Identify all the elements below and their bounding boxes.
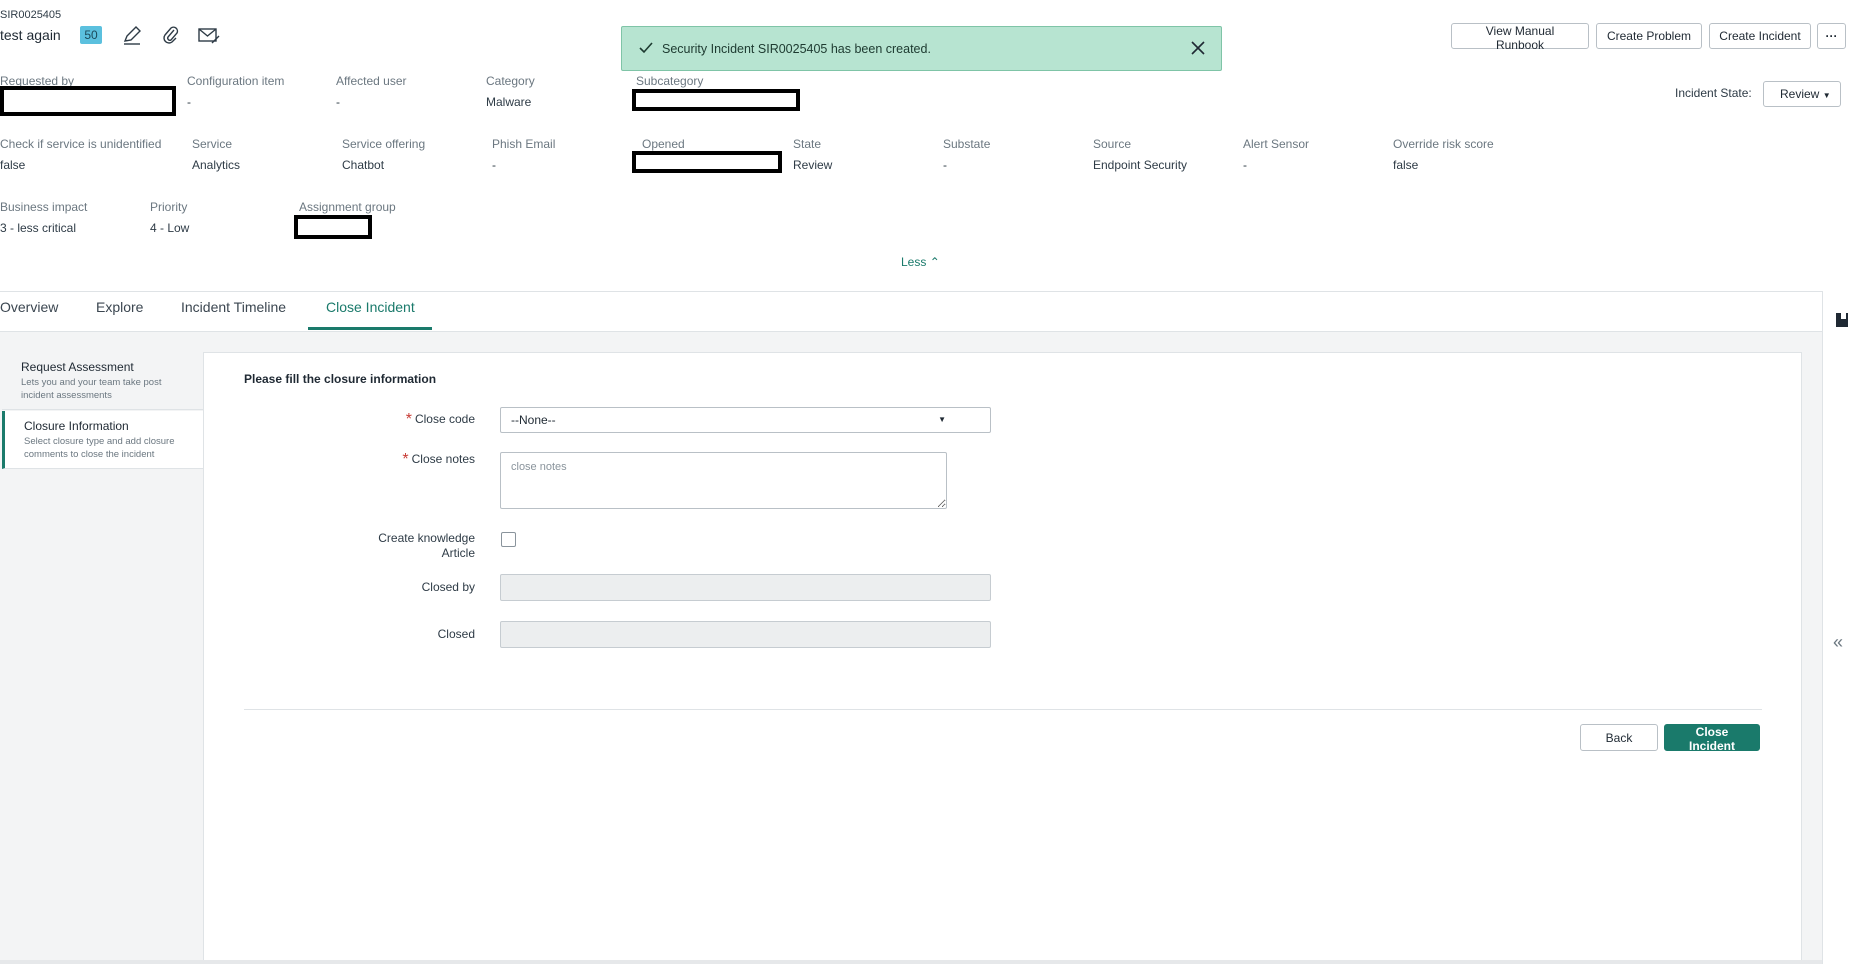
record-number: SIR0025405 xyxy=(0,9,62,21)
email-icon[interactable] xyxy=(197,24,220,46)
nav-item-title: Closure Information xyxy=(24,419,129,433)
active-tab-indicator xyxy=(308,327,432,330)
create-kb-label: Create knowledge Article xyxy=(378,531,475,560)
check-service-value: false xyxy=(0,158,26,172)
category-label: Category xyxy=(486,74,535,88)
close-code-label: * Close code xyxy=(405,411,475,428)
form-divider xyxy=(244,709,1762,710)
service-label: Service xyxy=(192,137,233,151)
incident-state-value: Review xyxy=(1780,87,1820,101)
close-incident-panel xyxy=(2,352,1802,964)
close-notes-label: * Close notes xyxy=(402,451,475,468)
bookmark-icon[interactable] xyxy=(1835,312,1849,333)
alert-sensor-value: - xyxy=(1243,158,1247,172)
substate-value: - xyxy=(943,158,947,172)
priority-label: Priority xyxy=(150,200,188,214)
redacted-assignment-group xyxy=(294,215,372,239)
risk-score-badge: 50 xyxy=(80,26,102,44)
create-problem-button[interactable]: Create Problem xyxy=(1596,23,1702,49)
nav-closure-information[interactable]: Closure Information Select closure type … xyxy=(2,411,203,469)
affected-user-value: - xyxy=(336,95,340,109)
source-label: Source xyxy=(1093,137,1132,151)
affected-user-label: Affected user xyxy=(336,74,407,88)
business-impact-value: 3 - less critical xyxy=(0,221,77,235)
substate-label: Substate xyxy=(943,137,991,151)
service-value: Analytics xyxy=(192,158,241,172)
right-rail-divider xyxy=(1822,291,1823,964)
view-manual-runbook-button[interactable]: View Manual Runbook xyxy=(1451,23,1589,52)
form-heading: Please fill the closure information xyxy=(244,372,437,386)
service-offering-label: Service offering xyxy=(342,137,426,151)
phish-email-value: - xyxy=(492,158,496,172)
source-value: Endpoint Security xyxy=(1093,158,1188,172)
nav-item-desc: Lets you and your team take post inciden… xyxy=(21,377,162,401)
check-icon xyxy=(638,41,654,60)
nav-request-assessment[interactable]: Request Assessment Lets you and your tea… xyxy=(2,352,203,410)
paperclip-icon[interactable] xyxy=(160,24,182,46)
toast-message: Security Incident SIR0025405 has been cr… xyxy=(662,42,931,56)
subcategory-label: Subcategory xyxy=(636,74,704,88)
redacted-requested-by xyxy=(0,86,176,116)
category-value: Malware xyxy=(486,95,532,109)
success-toast: Security Incident SIR0025405 has been cr… xyxy=(621,26,1222,71)
closed-label: Closed xyxy=(437,627,475,641)
nav-item-title: Request Assessment xyxy=(21,360,134,374)
caret-down-icon: ▼ xyxy=(938,415,946,424)
chevron-up-icon: ⌃ xyxy=(929,255,940,269)
closed-by-field xyxy=(500,574,991,601)
redacted-subcategory xyxy=(632,89,800,111)
incident-state-dropdown[interactable]: Review ▼ xyxy=(1763,81,1841,107)
caret-down-icon: ▼ xyxy=(1822,91,1831,100)
close-icon[interactable] xyxy=(1189,39,1207,57)
expand-panel-icon[interactable]: « xyxy=(1833,632,1843,653)
create-incident-button[interactable]: Create Incident xyxy=(1709,23,1811,49)
alert-sensor-label: Alert Sensor xyxy=(1243,137,1310,151)
close-notes-textarea[interactable] xyxy=(500,452,947,509)
service-offering-value: Chatbot xyxy=(342,158,385,172)
bottom-scroll-strip xyxy=(0,960,1822,964)
config-item-value: - xyxy=(187,95,191,109)
state-value: Review xyxy=(793,158,833,172)
required-asterisk: * xyxy=(405,411,412,428)
config-item-label: Configuration item xyxy=(187,74,285,88)
record-title: test again xyxy=(0,27,61,43)
phish-email-label: Phish Email xyxy=(492,137,556,151)
check-service-label: Check if service is unidentified xyxy=(0,137,162,151)
back-button[interactable]: Back xyxy=(1580,724,1658,751)
edit-icon[interactable] xyxy=(121,24,143,46)
less-label: Less xyxy=(901,255,927,269)
closed-by-label: Closed by xyxy=(421,580,475,594)
state-label: State xyxy=(793,137,822,151)
nav-item-desc: Select closure type and add closure comm… xyxy=(24,436,175,460)
business-impact-label: Business impact xyxy=(0,200,88,214)
priority-value: 4 - Low xyxy=(150,221,190,235)
close-code-value: --None-- xyxy=(511,413,556,427)
tab-overview[interactable]: Overview xyxy=(0,299,58,315)
more-actions-button[interactable]: ··· xyxy=(1817,23,1846,49)
opened-label: Opened xyxy=(642,137,685,151)
required-asterisk: * xyxy=(402,451,409,468)
redacted-opened xyxy=(632,151,782,173)
override-risk-label: Override risk score xyxy=(1393,137,1494,151)
close-incident-button[interactable]: Close Incident xyxy=(1664,724,1760,753)
incident-state-label: Incident State: xyxy=(1675,86,1752,100)
tab-incident-timeline[interactable]: Incident Timeline xyxy=(181,299,286,315)
less-toggle[interactable]: Less ⌃ xyxy=(901,255,940,269)
create-kb-checkbox[interactable] xyxy=(501,532,516,547)
tab-explore[interactable]: Explore xyxy=(96,299,143,315)
assignment-group-label: Assignment group xyxy=(299,200,396,214)
override-risk-value: false xyxy=(1393,158,1419,172)
tab-close-incident[interactable]: Close Incident xyxy=(326,299,415,315)
closed-field xyxy=(500,621,991,648)
close-code-select[interactable]: --None-- ▼ xyxy=(500,407,991,433)
